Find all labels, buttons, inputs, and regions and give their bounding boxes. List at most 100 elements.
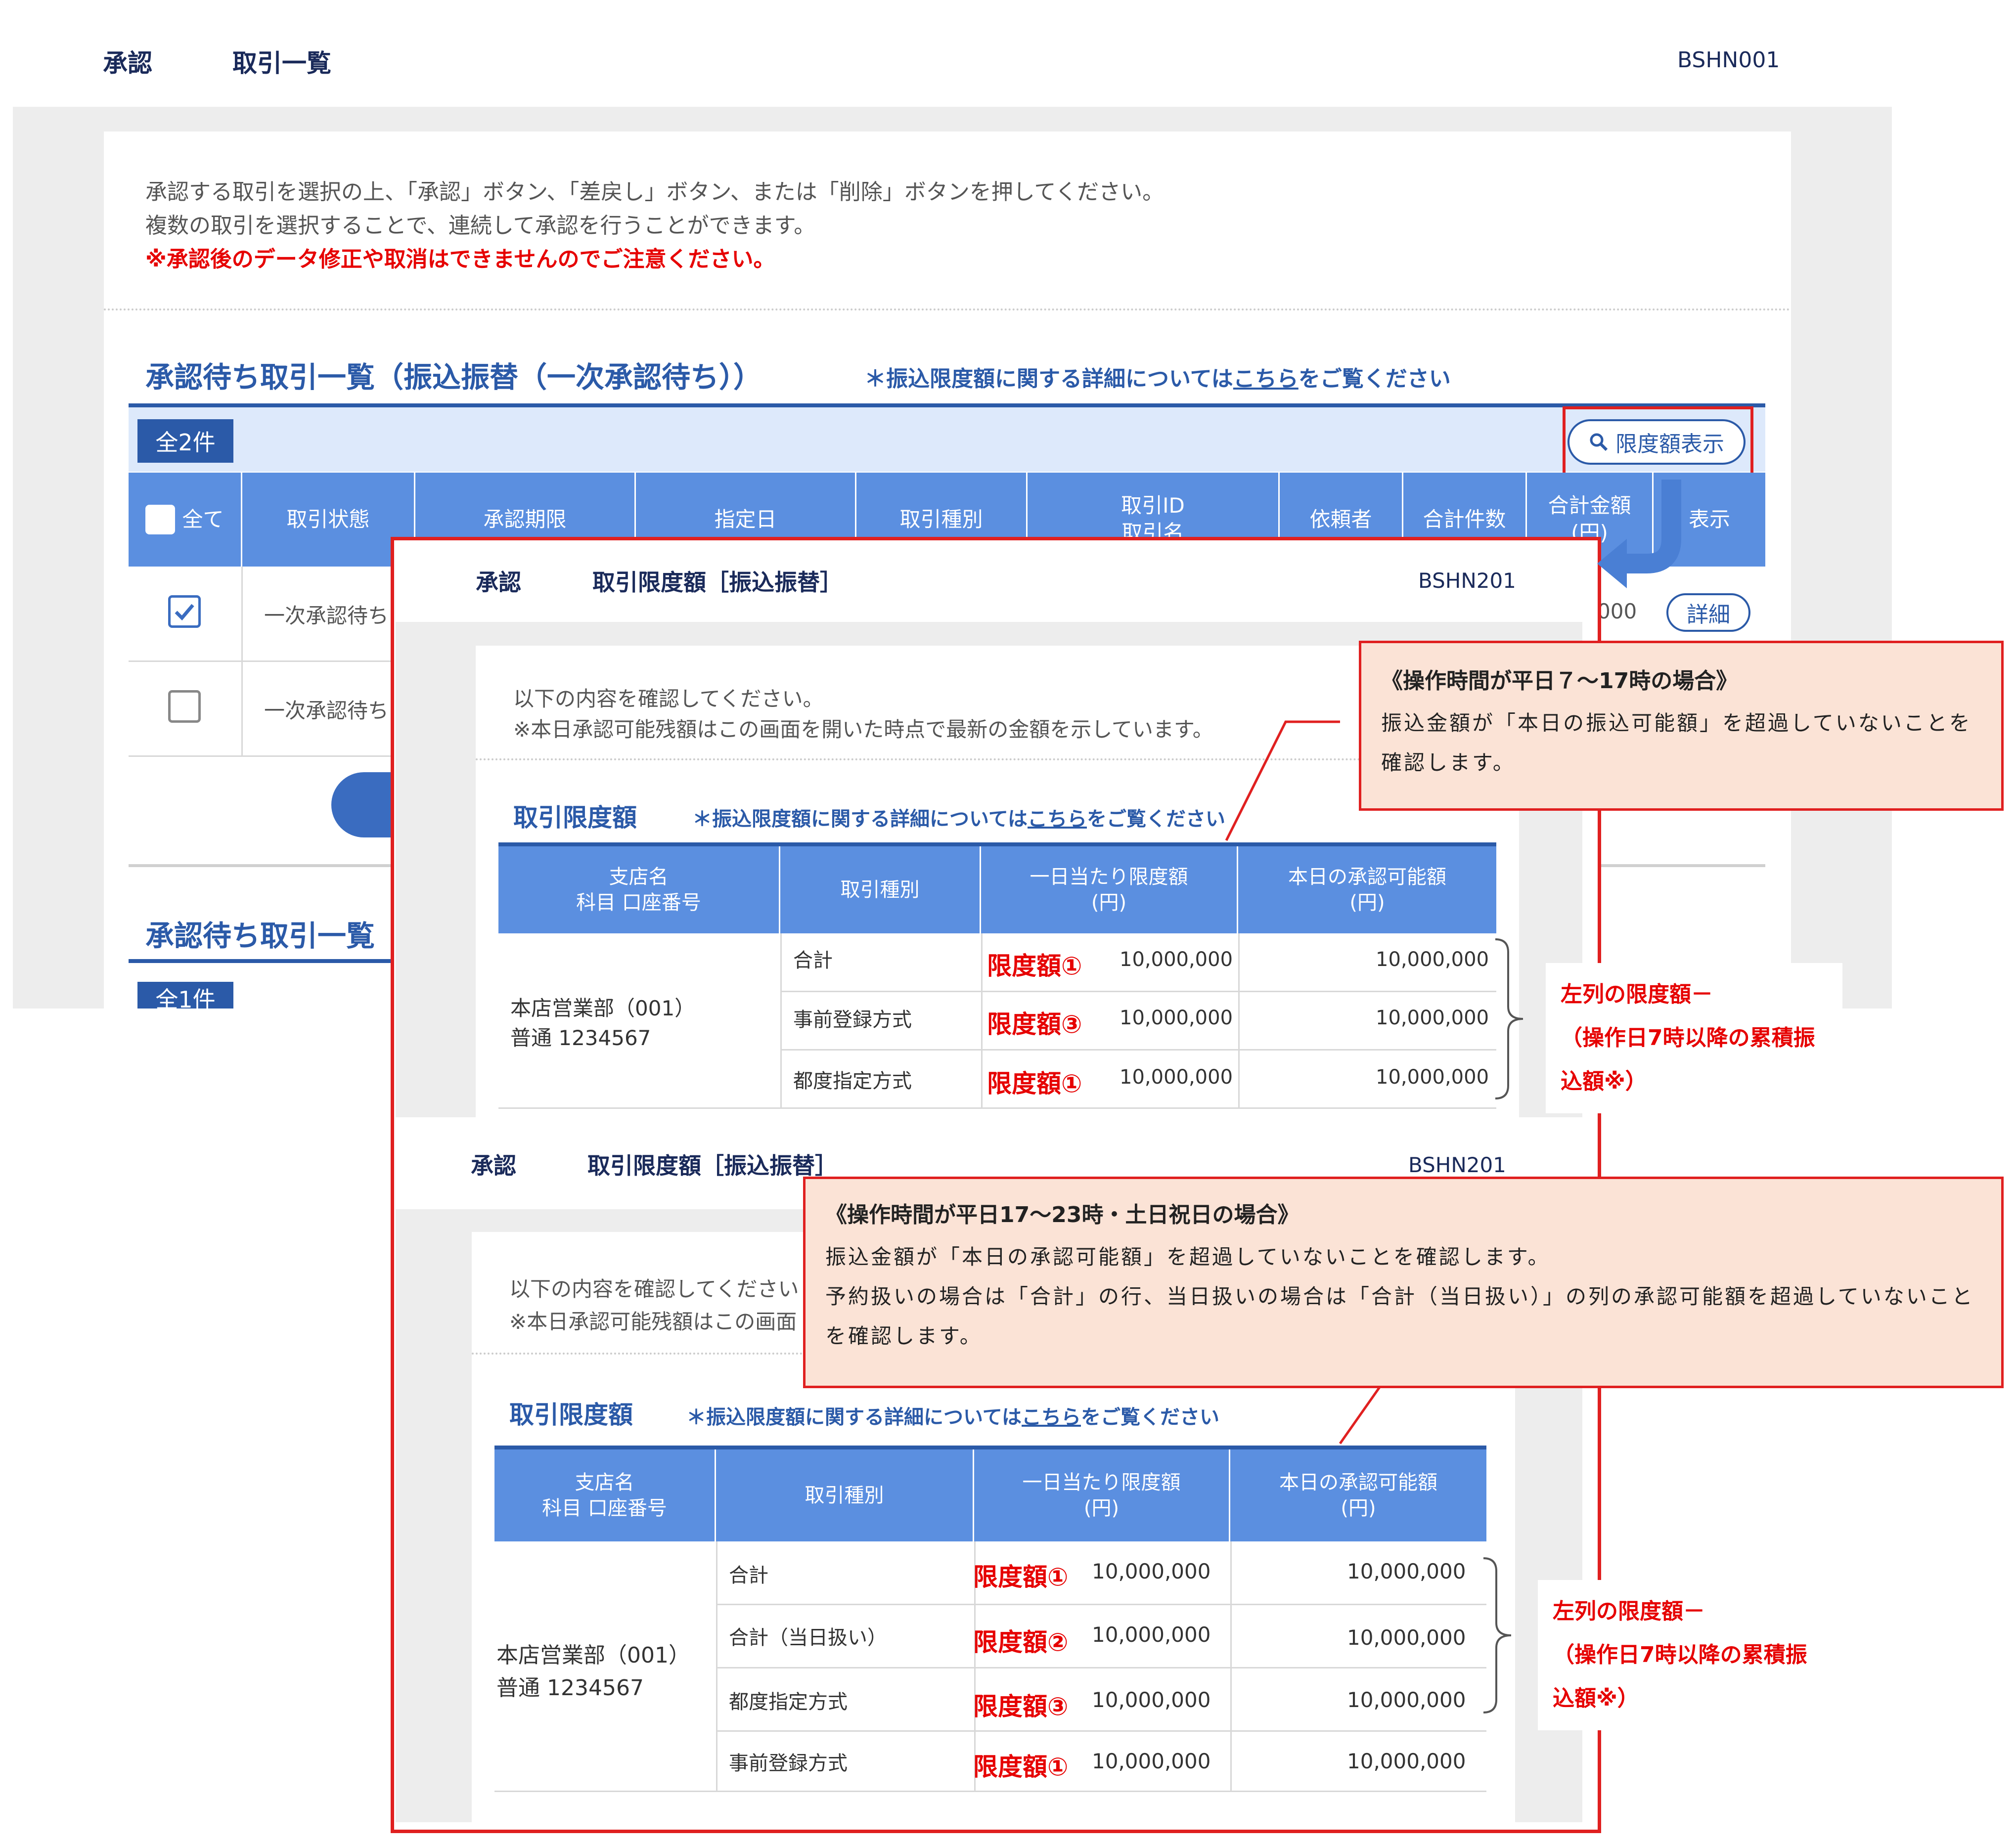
popup2-account: 普通 1234567 — [496, 1675, 644, 1701]
row-today: 10,000,000 — [1347, 1688, 1466, 1712]
row-status: 一次承認待ち — [264, 604, 389, 628]
row-divider — [498, 1107, 1496, 1109]
limit-note-link[interactable]: こちら — [1028, 808, 1087, 831]
hdr-branch-line2: 科目 口座番号 — [576, 891, 701, 914]
pointer-line — [1339, 1386, 1381, 1445]
hdr-daily-line1: 一日当たり限度額 — [1030, 866, 1188, 888]
list-toolbar — [129, 403, 1765, 472]
row-today: 10,000,000 — [1376, 1007, 1489, 1029]
arrow-icon — [1597, 480, 1681, 588]
popup1-title: 取引限度額［振込振替］ — [592, 569, 843, 596]
row-type: 事前登録方式 — [729, 1752, 848, 1775]
limit-note-prefix: ＊振込限度額に関する詳細については — [686, 1406, 1022, 1429]
row-divider — [780, 991, 1496, 992]
row-type: 合計 — [793, 949, 833, 972]
side-note-line1: 左列の限度額－ — [1561, 982, 1713, 1007]
select-all-label: 全て — [182, 507, 224, 531]
check-icon — [175, 604, 194, 621]
row-type: 合計 — [729, 1564, 768, 1587]
col-divider — [716, 1541, 717, 1792]
row-limit-label: 限度額① — [987, 1069, 1082, 1098]
row-limit-label: 限度額① — [973, 1753, 1069, 1781]
limit-note-prefix: ＊振込限度額に関する詳細については — [864, 366, 1233, 392]
row-checkbox[interactable] — [168, 595, 201, 628]
bracket-icon — [1483, 1557, 1512, 1713]
popup1-section: 承認 — [476, 569, 521, 596]
side-note-line2: （操作日7時以降の累積振込額※） — [1553, 1642, 1807, 1711]
hdr-today: 本日の承認可能額 (円) — [1238, 846, 1496, 933]
warning-text: ※承認後のデータ修正や取消はできませんのでご注意ください。 — [145, 247, 775, 272]
hdr-today-line2: (円) — [1341, 1497, 1376, 1520]
row-limit-label: 限度額③ — [973, 1692, 1069, 1721]
popup1-side-note: 左列の限度額－ （操作日7時以降の累積振込額※） — [1546, 963, 1842, 1113]
row-divider — [716, 1667, 1486, 1668]
callout-line-2: 予約扱いの場合は「合計」の行、当日扱いの場合は「合計（当日扱い）」の列の承認可能… — [825, 1284, 1974, 1348]
popup2-section: 承認 — [471, 1152, 516, 1179]
row-type: 事前登録方式 — [793, 1009, 912, 1031]
col-divider — [1230, 1541, 1232, 1792]
select-all-checkbox[interactable] — [145, 505, 176, 534]
limit-note-link[interactable]: こちら — [1022, 1406, 1081, 1429]
popup2-instruction-2: ※本日承認可能残額はこの画面 — [509, 1310, 797, 1334]
popup2-limit-note: ＊振込限度額に関する詳細についてはこちらをご覧ください — [686, 1401, 1219, 1430]
row-limit-label: 限度額③ — [987, 1010, 1082, 1039]
limit-note-link[interactable]: こちら — [1233, 366, 1299, 392]
popup1-branch: 本店営業部（001） — [510, 996, 696, 1020]
popup1-table-title: 取引限度額 — [513, 803, 637, 832]
popup2-side-note: 左列の限度額－ （操作日7時以降の累積振込額※） — [1538, 1580, 1839, 1730]
row-daily: 10,000,000 — [1092, 1749, 1211, 1773]
count-badge: 全2件 — [137, 419, 233, 463]
popup2-table-header: 支店名 科目 口座番号 取引種別 一日当たり限度額 (円) 本日の承認可能額 (… — [494, 1446, 1486, 1541]
popup2-title: 取引限度額［振込振替］ — [587, 1152, 838, 1179]
row-today: 10,000,000 — [1376, 948, 1489, 971]
screen-code: BSHN001 — [1677, 47, 1780, 73]
row-daily: 10,000,000 — [1092, 1688, 1211, 1712]
detail-button[interactable]: 詳細 — [1666, 593, 1750, 632]
row-today: 10,000,000 — [1347, 1749, 1466, 1773]
col-divider — [241, 567, 243, 756]
page-title: 取引一覧 — [232, 49, 331, 78]
popup1-limit-note: ＊振込限度額に関する詳細についてはこちらをご覧ください — [692, 803, 1225, 832]
row-today: 10,000,000 — [1347, 1559, 1466, 1583]
breadcrumb-section: 承認 — [103, 49, 152, 78]
row-limit-label: 限度額② — [973, 1628, 1069, 1657]
callout-text: 振込金額が「本日の振込可能額」を超過していないことを確認します。 — [1381, 711, 1972, 775]
instruction-line-2: 複数の取引を選択することで、連続して承認を行うことができます。 — [145, 213, 816, 238]
col-id-line1: 取引ID — [1121, 493, 1185, 518]
row-daily: 10,000,000 — [1120, 948, 1233, 971]
col-divider — [780, 933, 782, 1107]
hdr-daily-line2: (円) — [1083, 1497, 1120, 1520]
side-note-line1: 左列の限度額－ — [1553, 1599, 1705, 1624]
popup1-callout: 《操作時間が平日７～17時の場合》 振込金額が「本日の振込可能額」を超過していな… — [1359, 641, 2004, 811]
side-note-line2: （操作日7時以降の累積振込額※） — [1561, 1025, 1815, 1094]
row-today: 10,000,000 — [1347, 1625, 1466, 1650]
limit-note-prefix: ＊振込限度額に関する詳細については — [692, 808, 1028, 831]
hdr-type: 取引種別 — [716, 1449, 974, 1541]
row-checkbox[interactable] — [168, 690, 201, 723]
pointer-line — [1225, 720, 1340, 841]
popup1-table-header: 支店名 科目 口座番号 取引種別 一日当たり限度額 (円) 本日の承認可能額 (… — [498, 842, 1496, 933]
popup2-callout: 《操作時間が平日17～23時・土日祝日の場合》 振込金額が「本日の承認可能額」を… — [803, 1177, 2004, 1388]
hdr-today-line2: (円) — [1349, 891, 1385, 914]
popup1-header — [396, 544, 1582, 621]
row-today: 10,000,000 — [1376, 1066, 1489, 1089]
callout-title: 《操作時間が平日17～23時・土日祝日の場合》 — [825, 1202, 1299, 1228]
col-divider — [981, 933, 983, 1107]
col-select-all: 全て — [129, 473, 242, 567]
col-status: 取引状態 — [242, 473, 415, 567]
row-daily: 10,000,000 — [1120, 1066, 1233, 1089]
popup2-code: BSHN201 — [1408, 1153, 1506, 1177]
row-type: 都度指定方式 — [729, 1691, 848, 1713]
row-daily: 10,000,000 — [1092, 1559, 1211, 1583]
row-divider — [780, 1049, 1496, 1051]
second-count-badge: 全1件 — [137, 982, 233, 1009]
popup2-table-title: 取引限度額 — [509, 1401, 633, 1429]
popup1-instruction-1: 以下の内容を確認してください。 — [513, 687, 824, 711]
limit-note-suffix: をご覧ください — [1081, 1406, 1219, 1429]
row-status: 一次承認待ち — [264, 699, 389, 723]
row-type: 都度指定方式 — [793, 1070, 912, 1093]
hdr-branch: 支店名 科目 口座番号 — [498, 846, 780, 933]
row-daily: 10,000,000 — [1120, 1007, 1233, 1029]
col-divider — [1238, 933, 1240, 1107]
row-divider — [716, 1604, 1486, 1605]
